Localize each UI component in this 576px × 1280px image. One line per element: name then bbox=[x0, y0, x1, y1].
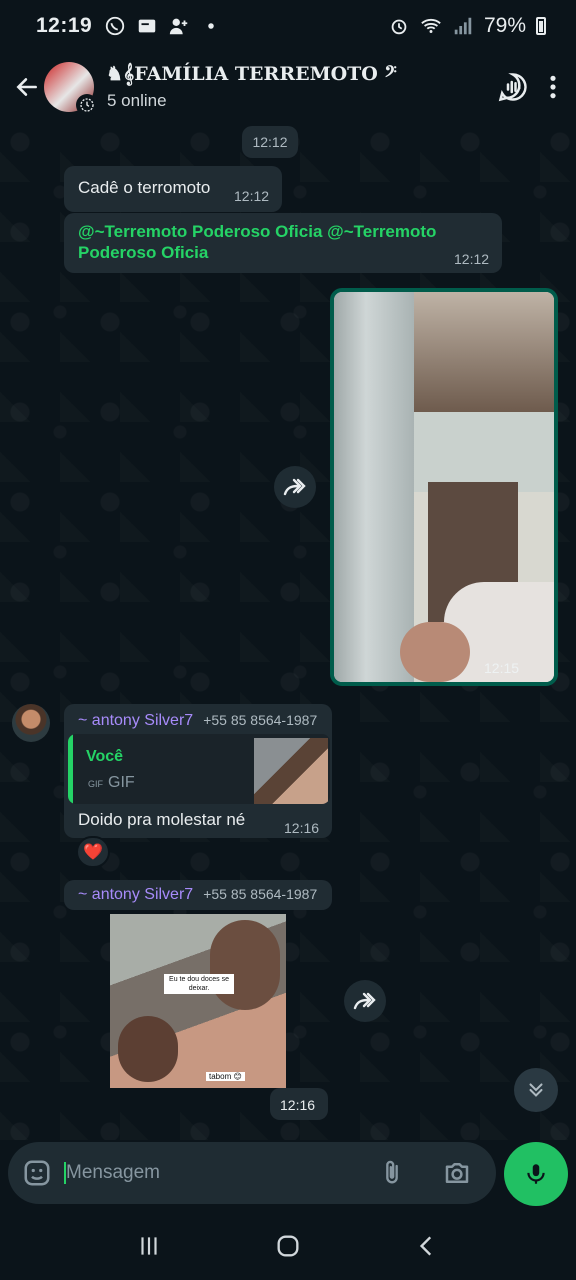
reply-author: Você bbox=[86, 748, 124, 765]
sender-avatar[interactable] bbox=[12, 704, 50, 742]
sender-phone: +55 85 8564-1987 bbox=[203, 712, 318, 728]
mic-icon bbox=[527, 1164, 545, 1184]
more-vert-icon[interactable] bbox=[548, 74, 558, 100]
status-bar: 12:19 79% bbox=[0, 0, 576, 52]
mic-button[interactable] bbox=[504, 1142, 568, 1206]
time-pill: 12:16 bbox=[270, 1088, 328, 1120]
gif-badge: GIF bbox=[88, 779, 103, 789]
date-pill: 12:12 bbox=[242, 126, 298, 158]
home-icon[interactable] bbox=[274, 1232, 302, 1260]
sender-name[interactable]: ~ antony Silver7 bbox=[78, 886, 193, 903]
system-nav-bar bbox=[0, 1212, 576, 1280]
composer bbox=[0, 1140, 576, 1212]
sticker-caption: Eu te dou doces se deixar. bbox=[164, 974, 234, 994]
message-time: 12:16 bbox=[280, 1097, 316, 1113]
wifi-icon bbox=[421, 18, 441, 33]
sender-header: ~ antony Silver7 +55 85 8564-1987 bbox=[64, 880, 332, 910]
battery-percent: 79% bbox=[483, 14, 526, 37]
reply-type: GIF bbox=[108, 774, 135, 791]
forward-icon bbox=[353, 992, 376, 1010]
signal-icon bbox=[454, 17, 472, 35]
heart-icon: ❤️ bbox=[83, 844, 103, 861]
group-avatar[interactable] bbox=[44, 62, 98, 116]
dot-icon bbox=[208, 23, 214, 29]
forward-icon bbox=[283, 478, 306, 496]
sticker-message[interactable]: Eu te dou doces se deixar. tabom 😊 bbox=[110, 914, 286, 1088]
status-ring-icon bbox=[76, 94, 98, 116]
chat-area[interactable]: 12:12 Cadê o terromoto 12:12 @~Terremoto… bbox=[0, 122, 576, 1140]
video-thumbnail bbox=[334, 292, 554, 682]
camera-icon[interactable] bbox=[442, 1158, 472, 1188]
alarm-icon bbox=[391, 19, 407, 35]
quoted-reply[interactable]: Você GIF GIF bbox=[68, 734, 330, 804]
forward-button[interactable] bbox=[344, 980, 386, 1022]
mention-text[interactable]: @~Terremoto Poderoso Oficia @~Terremoto … bbox=[78, 221, 458, 263]
message-input[interactable] bbox=[64, 1162, 364, 1184]
sticker-icon[interactable] bbox=[22, 1158, 52, 1188]
chevron-double-down-icon bbox=[529, 1083, 543, 1097]
message-time: 12:12 bbox=[234, 188, 270, 204]
video-time: 12:15 bbox=[484, 660, 520, 676]
message-text: Cadê o terromoto bbox=[78, 178, 211, 197]
scroll-to-bottom-button[interactable] bbox=[514, 1068, 558, 1112]
sender-phone: +55 85 8564-1987 bbox=[203, 886, 318, 902]
message-bubble[interactable]: ~ antony Silver7 +55 85 8564-1987 Você GI… bbox=[64, 704, 332, 838]
header-titles[interactable]: ♞𝄞FAMÍLIA TERREMOTO 𝄢 5 online bbox=[106, 63, 397, 111]
message-bubble[interactable]: Cadê o terromoto 12:12 bbox=[64, 166, 282, 212]
reaction-badge[interactable]: ❤️ bbox=[76, 836, 110, 868]
whatsapp-status-icon bbox=[106, 16, 125, 36]
message-time: 12:12 bbox=[454, 251, 490, 267]
message-time: 12:16 bbox=[284, 820, 320, 836]
reply-thumbnail bbox=[254, 738, 328, 804]
group-title: ♞𝄞FAMÍLIA TERREMOTO 𝄢 bbox=[106, 63, 397, 85]
chat-header: ♞𝄞FAMÍLIA TERREMOTO 𝄢 5 online bbox=[0, 52, 576, 122]
arrow-left-icon bbox=[16, 78, 37, 96]
message-text: Doido pra molestar né bbox=[78, 810, 246, 829]
recent-apps-icon[interactable] bbox=[136, 1233, 162, 1259]
message-bubble[interactable]: @~Terremoto Poderoso Oficia @~Terremoto … bbox=[64, 213, 502, 273]
paperclip-icon[interactable] bbox=[378, 1159, 406, 1187]
sticker-caption: tabom 😊 bbox=[206, 1072, 245, 1081]
chat-status-icon bbox=[138, 19, 156, 33]
voice-chat-icon[interactable] bbox=[498, 72, 528, 102]
status-time: 12:19 bbox=[36, 14, 93, 37]
add-person-icon bbox=[170, 18, 188, 35]
forward-button[interactable] bbox=[274, 466, 316, 508]
message-input-container bbox=[8, 1142, 496, 1204]
battery-icon bbox=[536, 17, 546, 35]
video-message[interactable]: 12:15 bbox=[330, 288, 558, 686]
sender-name[interactable]: ~ antony Silver7 bbox=[78, 712, 193, 729]
online-count: 5 online bbox=[107, 91, 167, 110]
nav-back-icon[interactable] bbox=[414, 1233, 440, 1259]
